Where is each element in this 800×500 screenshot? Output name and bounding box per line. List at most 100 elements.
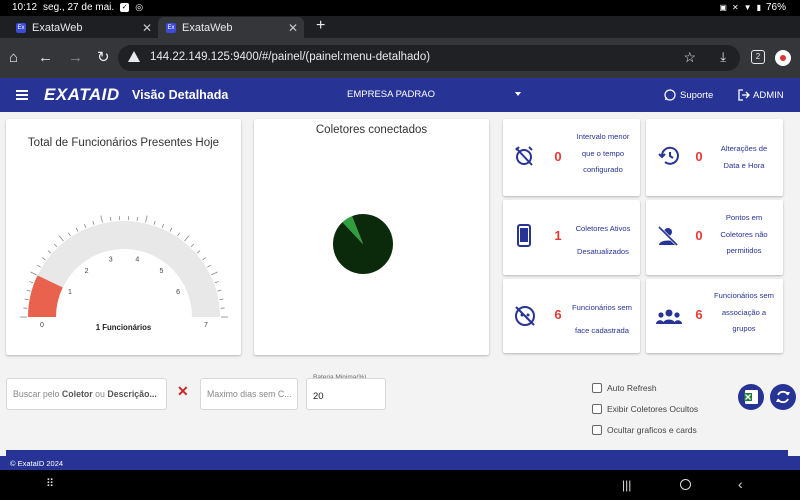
gauge-tick [100, 215, 103, 223]
app-header: EXATAID Visão Detalhada EMPRESA PADRAO S… [0, 78, 800, 112]
person-off-icon [657, 225, 679, 247]
gauge-tick [53, 243, 58, 248]
collectors-pie-chart [333, 214, 393, 274]
gauge-tick [83, 223, 87, 228]
gauge-tick [47, 250, 52, 254]
gauge-tick [177, 232, 180, 237]
stat-label-line: face cadastrada [574, 325, 630, 335]
clear-search-icon[interactable]: ✕ [177, 383, 189, 400]
new-tab-button[interactable]: + [316, 17, 325, 35]
battery-icon: ▮ [756, 3, 761, 12]
stat-value: 0 [695, 149, 703, 164]
back-icon[interactable]: ← [38, 49, 53, 67]
refresh-button[interactable] [770, 384, 796, 410]
exataid-logo: EXATAID [44, 85, 120, 104]
clock: 10:12 [12, 2, 38, 13]
gauge-tick [202, 257, 206, 261]
gauge-tick [68, 232, 71, 237]
battery-min-input[interactable]: 20 [306, 378, 386, 410]
download-icon[interactable]: ⤓ [720, 49, 726, 65]
stat-label: Alterações de Data e Hora [712, 143, 776, 171]
gauge-tick [92, 220, 95, 225]
stat-label-line: Pontos em [725, 213, 763, 222]
back-button-icon[interactable]: ‹ [738, 476, 743, 492]
stat-label-line: Data e Hora [723, 160, 765, 170]
stat-value: 1 [554, 228, 562, 243]
show-hidden-collectors-checkbox[interactable]: Exibir Coletores Ocultos [592, 404, 698, 414]
gauge-tick-label: 5 [159, 268, 163, 275]
browser-tab-strip: Ex ExataWeb ✕ Ex ExataWeb ✕ + [0, 16, 800, 38]
gauge-tick [207, 264, 211, 268]
home-icon[interactable]: ⌂ [9, 49, 18, 67]
history-icon [658, 146, 679, 165]
checkbox-box[interactable] [592, 404, 602, 414]
profile-avatar[interactable] [775, 50, 791, 66]
gauge-tick [37, 264, 41, 268]
search-collector-input[interactable]: Buscar pelo Coletor ou Descrição... [6, 378, 167, 410]
hide-charts-checkbox[interactable]: Ocultar graficos e cards [592, 425, 697, 435]
stat-label: Funcionários sem associação a grupos [712, 290, 776, 335]
stat-label-line: grupos [732, 324, 756, 333]
logout-admin-button[interactable]: ADMIN [738, 89, 784, 101]
face-off-icon [515, 306, 535, 326]
home-button-icon[interactable] [680, 479, 691, 490]
battery-level: 76% [765, 2, 786, 13]
gauge-tick [42, 257, 46, 261]
presence-gauge-card: Total de Funcionários Presentes Hoje 012… [6, 119, 241, 355]
browser-tab-active[interactable]: Ex ExataWeb ✕ [158, 17, 304, 38]
stat-value: 0 [554, 149, 562, 164]
gauge-tick [145, 215, 148, 223]
stat-card-datetime-changes[interactable]: 0 Alterações de Data e Hora [646, 119, 783, 196]
support-label: Suporte [680, 89, 714, 101]
stat-card-no-face[interactable]: 6 Funcionários sem face cadastrada [503, 279, 640, 353]
auto-refresh-checkbox[interactable]: Auto Refresh [592, 383, 657, 393]
placeholder-part: Coletor [61, 389, 93, 399]
close-tab-icon[interactable]: ✕ [288, 21, 298, 35]
checkbox-box[interactable] [592, 425, 602, 435]
recent-apps-icon[interactable]: ||| [622, 478, 631, 492]
stat-card-no-group[interactable]: 6 Funcionários sem associação a grupos [646, 279, 783, 353]
presence-gauge: 0123 4567 [20, 215, 228, 329]
close-tab-icon[interactable]: ✕ [142, 21, 152, 35]
bookmark-star-icon[interactable]: ☆ [683, 49, 696, 66]
checkbox-box[interactable] [592, 383, 602, 393]
hamburger-menu-icon[interactable] [16, 90, 28, 100]
connected-collectors-card: Coletores conectados [254, 119, 489, 355]
stat-label-line: permitidos [726, 246, 762, 255]
tab-count: 2 [755, 52, 761, 61]
max-days-placeholder: Maximo dias sem C... [207, 389, 292, 399]
footer: © ExataID 2024 [0, 456, 800, 470]
placeholder-part: ou [92, 389, 108, 399]
support-button[interactable]: Suporte [664, 89, 713, 101]
stat-card-forbidden-punches[interactable]: 0 Pontos em Coletores não permitidos [646, 200, 783, 275]
placeholder-part: Buscar pelo [13, 389, 62, 399]
placeholder-part: Descrição... [107, 389, 157, 399]
browser-tab[interactable]: Ex ExataWeb ✕ [8, 17, 158, 38]
stat-label: Coletores Ativos Desatualizados [571, 223, 635, 257]
address-bar[interactable]: 144.22.149.125:9400/#/painel/(painel:men… [118, 45, 740, 71]
stat-card-outdated-collectors[interactable]: 1 Coletores Ativos Desatualizados [503, 200, 640, 275]
chevron-down-icon[interactable] [515, 92, 521, 96]
checkbox-label: Exibir Coletores Ocultos [607, 404, 699, 414]
tab-title: ExataWeb [32, 21, 83, 34]
groups-icon [656, 309, 682, 324]
reload-icon[interactable]: ↻ [97, 49, 110, 67]
export-excel-button[interactable] [738, 384, 764, 410]
stat-card-interval[interactable]: 0 Intervalo menor que o tempo configurad… [503, 119, 640, 196]
gauge-tick [196, 250, 201, 254]
gauge-tick [110, 216, 112, 221]
forward-icon[interactable]: → [68, 49, 83, 67]
stat-label: Intervalo menor que o tempo configurado [573, 131, 633, 176]
app-drawer-icon[interactable]: ⠿ [46, 477, 54, 490]
stat-value: 0 [695, 228, 703, 243]
favicon-icon: Ex [16, 22, 26, 33]
gauge-tick [211, 271, 218, 276]
page-title: Visão Detalhada [132, 88, 229, 102]
max-days-input[interactable]: Maximo dias sem C... [200, 378, 298, 410]
stat-label-line: Coletores não [720, 229, 768, 239]
company-select[interactable]: EMPRESA PADRAO [347, 89, 435, 100]
chrome-notification-icon: ◎ [135, 2, 144, 12]
tab-switcher-button[interactable]: 2 [751, 50, 765, 64]
tab-title: ExataWeb [182, 21, 233, 34]
gauge-tick [75, 227, 79, 232]
